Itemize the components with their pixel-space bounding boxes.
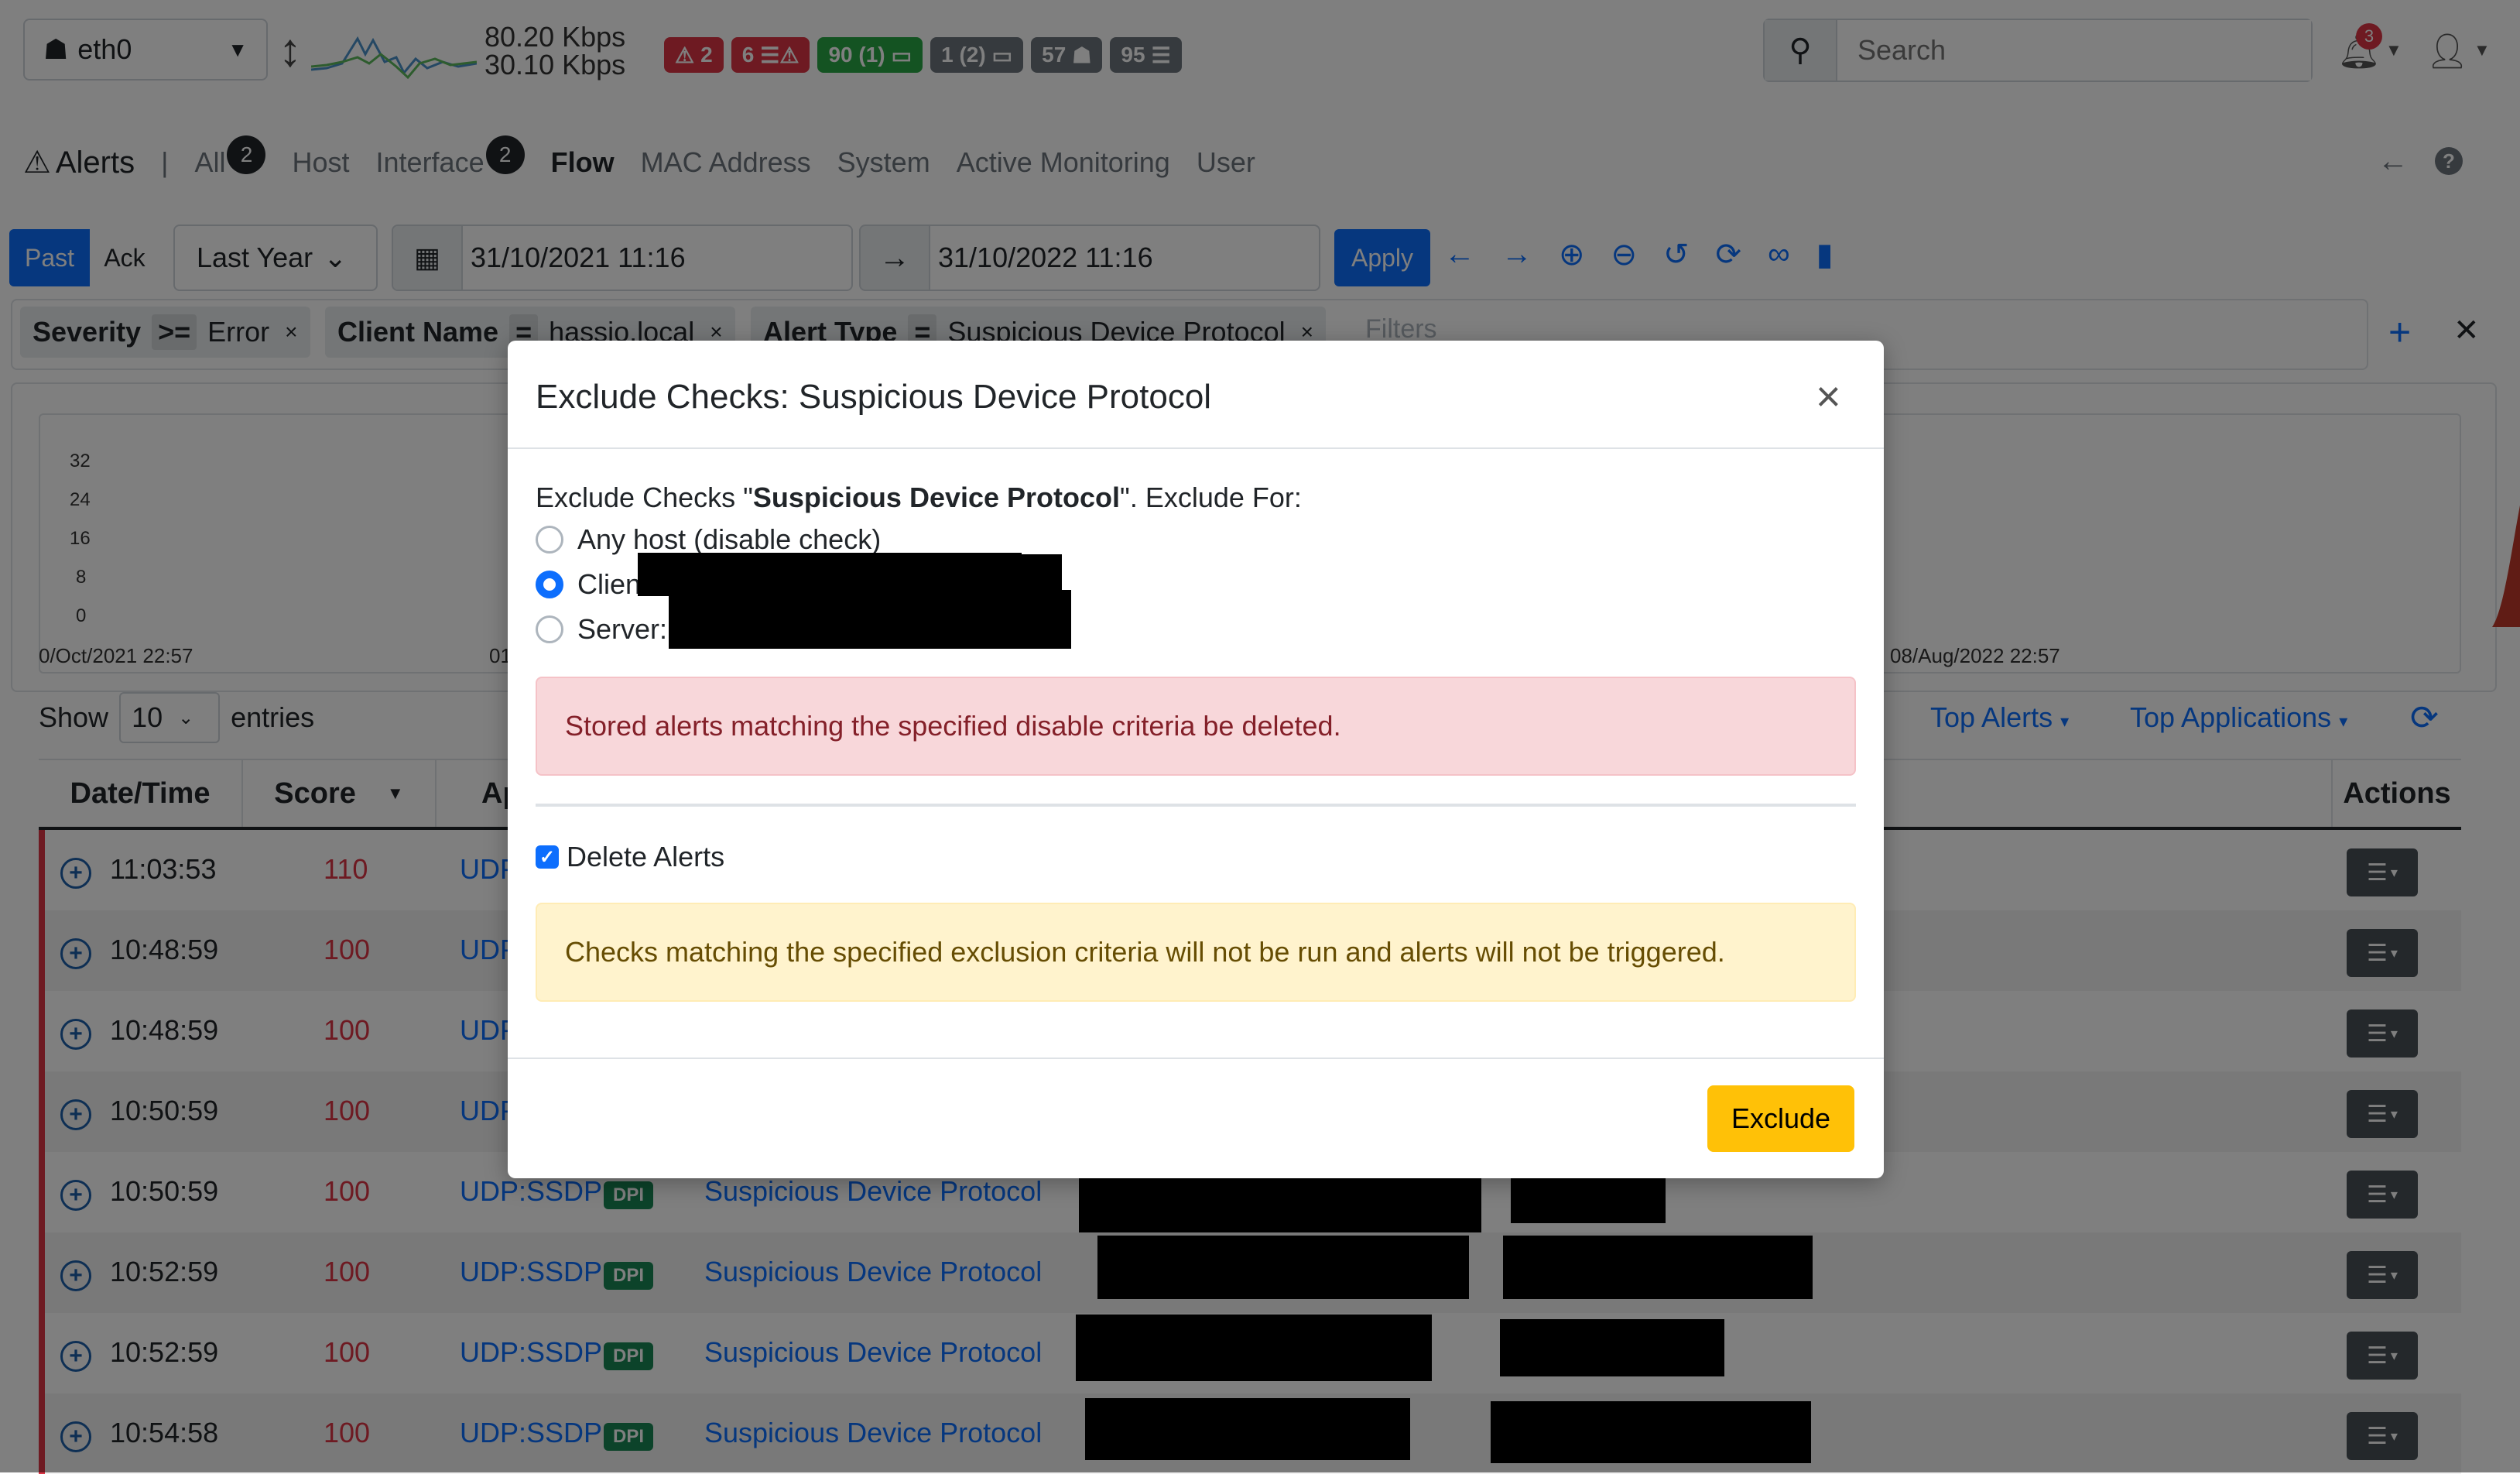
delete-alerts-option[interactable]: ✓ Delete Alerts	[536, 841, 724, 873]
redacted-block	[669, 590, 1071, 649]
delete-alerts-checkbox[interactable]: ✓	[536, 845, 559, 869]
exclusion-info-alert: Checks matching the specified exclusion …	[536, 903, 1856, 1002]
modal-description: Exclude Checks "Suspicious Device Protoc…	[536, 482, 1302, 514]
radio-client[interactable]	[536, 571, 563, 598]
option-label: Server:	[577, 613, 668, 645]
modal-title: Exclude Checks: Suspicious Device Protoc…	[536, 378, 1212, 416]
option-server[interactable]: Server:	[536, 613, 667, 646]
exclude-checks-modal: Exclude Checks: Suspicious Device Protoc…	[508, 341, 1884, 1178]
close-icon[interactable]: ×	[1816, 375, 1841, 418]
desc-prefix: Exclude Checks "	[536, 482, 753, 513]
delete-alerts-label: Delete Alerts	[567, 841, 725, 872]
desc-check-name: Suspicious Device Protocol	[752, 482, 1121, 513]
delete-warning-alert: Stored alerts matching the specified dis…	[536, 677, 1856, 776]
modal-footer	[508, 1058, 1884, 1178]
option-any-host[interactable]: Any host (disable check)	[536, 523, 881, 556]
radio-any-host[interactable]	[536, 526, 563, 554]
option-client[interactable]: Clien	[536, 568, 641, 601]
exclude-button[interactable]: Exclude	[1707, 1085, 1854, 1152]
radio-server[interactable]	[536, 615, 563, 643]
divider	[536, 804, 1856, 807]
desc-suffix: ". Exclude For:	[1120, 482, 1302, 513]
option-label: Any host (disable check)	[577, 523, 882, 555]
option-label: Clien	[577, 568, 642, 600]
